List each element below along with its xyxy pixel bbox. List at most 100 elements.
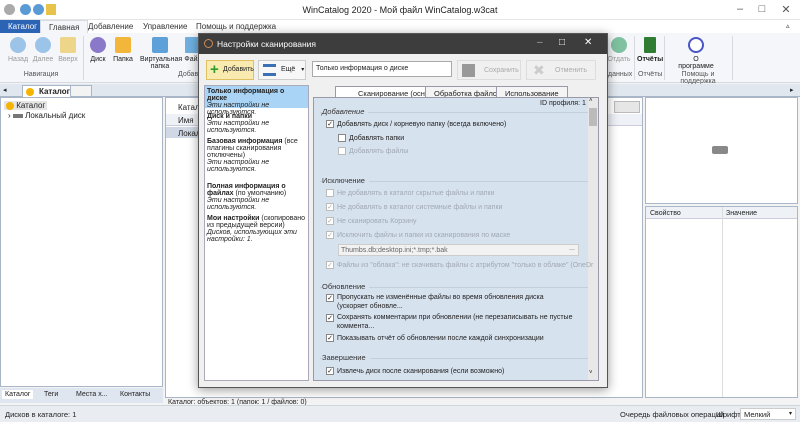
browse-button[interactable]: ... <box>569 245 575 252</box>
profile-item-disk-folders[interactable]: Диск и папки Эти настройки не используютс… <box>205 111 308 136</box>
profile-title: Мои настройки <box>207 215 260 222</box>
bottom-tab-contacts[interactable]: Контакты <box>120 391 150 398</box>
tab-add[interactable]: Добавление <box>80 20 141 33</box>
profile-id: ID профиля: 1 <box>540 100 586 107</box>
back-label: Назад <box>7 56 29 63</box>
properties-pane: Свойство Значение <box>645 206 798 398</box>
profile-item-disk-info[interactable]: Только информация о диске Эти настройки н… <box>205 86 308 116</box>
reports-button[interactable]: Отчёты <box>637 37 663 63</box>
profile-item-basic[interactable]: Базовая информация (все плагины сканиров… <box>205 136 308 175</box>
forward-label: Далее <box>32 56 54 63</box>
plus-icon: + <box>210 61 219 78</box>
dialog-title: Настройки сканирования <box>217 39 317 49</box>
opt-update-report[interactable]: ✓ Показывать отчёт об обновлении после ка… <box>326 334 544 342</box>
give-button[interactable]: Отдать <box>606 37 632 63</box>
scroll-up-icon[interactable]: ˄ <box>589 98 593 104</box>
give-icon <box>611 37 627 53</box>
info-icon <box>688 37 704 53</box>
opt-label: Пропускать не изменённые файлы во время … <box>337 294 544 310</box>
tab-help[interactable]: Помощь и поддержка <box>188 20 284 33</box>
profile-item-mine[interactable]: Мои настройки (скопировано из предыдущей… <box>205 213 308 245</box>
scrollbar[interactable]: ˄ ˅ <box>588 98 598 380</box>
tab-manage[interactable]: Управление <box>135 20 195 33</box>
opt-label: Извлечь диск после сканирования (если во… <box>337 367 505 375</box>
collapse-ribbon-icon[interactable]: ▵ <box>786 22 790 30</box>
profile-item-full[interactable]: Полная информация о файлах (по умолчанию… <box>205 181 308 213</box>
opt-label: Добавлять файлы <box>349 147 409 155</box>
opt-add-files[interactable]: Добавлять файлы <box>338 147 408 155</box>
close-button[interactable]: ✕ <box>776 3 796 16</box>
minimize-button[interactable]: – <box>730 3 750 15</box>
opt-add-folders[interactable]: Добавлять папки <box>338 134 404 142</box>
folder-label: Папка <box>113 56 133 63</box>
opt-exclude-hidden[interactable]: Не добавлять в каталог скрытые файлы и п… <box>326 189 495 197</box>
opt-label: Не сканировать Корзину <box>337 217 417 225</box>
expand-icon[interactable]: › <box>8 111 11 120</box>
virtual-folder-icon <box>152 37 168 53</box>
save-button[interactable]: Сохранить <box>457 60 521 80</box>
add-virtual-folder-button[interactable]: Виртуальная папка <box>140 37 182 70</box>
opt-exclude-recycle[interactable]: ✓ Не сканировать Корзину <box>326 217 417 225</box>
opt-exclude-mask[interactable]: ✓ Исключить файлы и папки из сканирования… <box>326 231 510 239</box>
profile-note: Эти настройки не используются. <box>207 120 270 134</box>
profile-title: Базовая информация <box>207 138 283 145</box>
scan-settings-dialog: Настройки сканирования – □ ✕ + Добавить Е… <box>198 33 608 388</box>
catalog-icon <box>6 101 14 110</box>
forward-button[interactable]: Далее <box>30 37 56 63</box>
up-button[interactable]: Вверх <box>55 37 81 63</box>
view-mode-button[interactable] <box>614 101 640 113</box>
chevron-down-icon: ▾ <box>788 411 792 417</box>
bottom-tab-tags[interactable]: Теги <box>44 391 58 398</box>
opt-update-skip[interactable]: ✓ Пропускать не изменённые файлы во время… <box>326 294 576 311</box>
mask-input[interactable]: Thumbs.db;desktop.ini;*.tmp;*.bak... <box>338 244 579 256</box>
font-select[interactable]: Мелкий ▾ <box>740 408 796 420</box>
tabs-scroll-left[interactable]: ◂ <box>3 86 7 94</box>
doc-tab-catalog[interactable]: Каталог <box>22 85 77 97</box>
tab-catalog-file[interactable]: Каталог <box>0 20 46 33</box>
bottom-tab-catalog[interactable]: Каталог <box>2 390 34 399</box>
dialog-maximize-button[interactable]: □ <box>559 37 565 48</box>
profile-note: Эти настройки не используются. <box>207 197 270 211</box>
opt-add-disk[interactable]: ✓ Добавлять диск / корневую папку (всегда… <box>326 120 506 128</box>
column-value[interactable]: Значение <box>726 210 757 217</box>
group-help: Помощь и поддержка <box>680 71 716 85</box>
cancel-button[interactable]: ✖ Отменить <box>526 60 596 80</box>
give-label: Отдать <box>607 56 631 63</box>
about-button[interactable]: О программе <box>678 37 714 70</box>
scrollbar-thumb[interactable] <box>589 108 597 126</box>
divider <box>634 36 635 80</box>
file-queue-button[interactable]: Очередь файловых операций <box>620 410 724 419</box>
opt-finish-eject[interactable]: ✓ Извлечь диск после сканирования (если в… <box>326 367 504 375</box>
opt-exclude-cloud[interactable]: ✓ Файлы из "облака": не скачивать файлы с… <box>326 261 593 269</box>
dialog-minimize-button[interactable]: – <box>537 37 543 48</box>
ribbon-tabs: Каталог Главная Добавление Управление По… <box>0 20 800 33</box>
more-menu-button[interactable]: Ещё ▾ <box>258 60 306 80</box>
add-folder-button[interactable]: Папка <box>110 37 136 63</box>
disk-count: Дисков в каталоге: 1 <box>5 410 77 419</box>
column-name[interactable]: Имя <box>178 116 194 125</box>
section-finish: Завершение <box>322 353 370 362</box>
column-property[interactable]: Свойство <box>650 210 681 217</box>
profile-note: Эти настройки не используются. <box>207 159 270 173</box>
add-disk-button[interactable]: Диск <box>85 37 111 63</box>
profile-name-input[interactable]: Только информация о диске <box>312 61 452 77</box>
about-label: О программе <box>678 56 714 70</box>
tree-root[interactable]: Каталог <box>4 101 48 110</box>
back-button[interactable]: Назад <box>5 37 31 63</box>
add-profile-button[interactable]: + Добавить <box>206 60 254 80</box>
opt-label: Исключить файлы и папки из сканирования … <box>337 231 511 239</box>
mask-value: Thumbs.db;desktop.ini;*.tmp;*.bak <box>341 247 448 254</box>
add-label: Добавить <box>223 66 254 73</box>
new-tab-button[interactable] <box>70 85 92 97</box>
cancel-x-icon: ✖ <box>533 62 545 78</box>
maximize-button[interactable]: □ <box>752 3 772 15</box>
scroll-down-icon[interactable]: ˅ <box>589 370 593 376</box>
tree-item[interactable]: › Локальный диск <box>8 111 85 120</box>
opt-exclude-system[interactable]: ✓ Не добавлять в каталог системные файлы … <box>326 203 502 211</box>
opt-update-comments[interactable]: ✓ Сохранять комментарии при обновлении (н… <box>326 314 576 331</box>
dialog-close-button[interactable]: ✕ <box>584 37 592 48</box>
bottom-tab-places[interactable]: Места х... <box>76 391 108 398</box>
window-title: WinCatalog 2020 - Мой файл WinCatalog.w3… <box>302 5 498 15</box>
tabs-scroll-right[interactable]: ▸ <box>790 86 794 94</box>
back-icon <box>10 37 26 53</box>
